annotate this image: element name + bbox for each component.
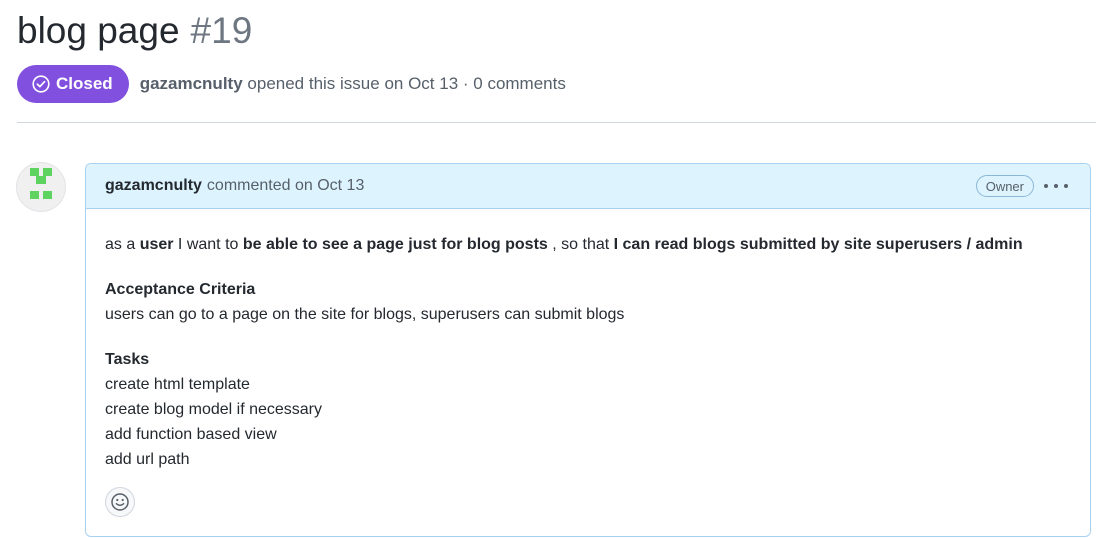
- add-reaction-button[interactable]: [105, 487, 135, 517]
- acceptance-heading: Acceptance Criteria: [105, 281, 256, 298]
- issue-opened-text: opened this issue on Oct 13 · 0 comments: [247, 74, 566, 93]
- issue-author-link[interactable]: gazamcnulty: [140, 74, 243, 93]
- tasks-section: Tasks create html template create blog m…: [105, 347, 1071, 472]
- user-story: as a user I want to be able to see a pag…: [105, 236, 1023, 253]
- kebab-horizontal-icon[interactable]: [1044, 177, 1068, 195]
- comment-body: as a user I want to be able to see a pag…: [86, 209, 1090, 472]
- issue-meta: Closed gazamcnulty opened this issue on …: [17, 65, 566, 103]
- task-item: create blog model if necessary: [105, 401, 322, 418]
- identicon: [30, 168, 52, 199]
- tasks-heading: Tasks: [105, 351, 150, 368]
- acceptance-criteria: Acceptance Criteria users can go to a pa…: [105, 277, 1071, 327]
- comment-author-link[interactable]: gazamcnulty: [105, 177, 202, 195]
- issue-number: #19: [190, 10, 253, 51]
- issue-meta-text: gazamcnulty opened this issue on Oct 13 …: [140, 74, 566, 94]
- state-badge-closed: Closed: [17, 65, 129, 103]
- task-item: add url path: [105, 451, 190, 468]
- issue-title: blog page: [17, 10, 180, 51]
- owner-badge: Owner: [975, 175, 1034, 197]
- check-circle-icon: [32, 75, 50, 93]
- comment-header: gazamcnulty commented on Oct 13 Owner: [86, 164, 1090, 209]
- state-label: Closed: [56, 74, 113, 93]
- issue-title-row: blog page #19: [17, 10, 252, 60]
- task-item: create html template: [105, 376, 250, 393]
- comment-timestamp[interactable]: commented on Oct 13: [207, 177, 364, 195]
- acceptance-text: users can go to a page on the site for b…: [105, 306, 625, 323]
- task-item: add function based view: [105, 426, 277, 443]
- header-divider: [17, 122, 1096, 123]
- avatar[interactable]: [16, 162, 66, 212]
- comment-box: gazamcnulty commented on Oct 13 Owner as…: [85, 163, 1091, 537]
- smiley-icon: [111, 493, 129, 511]
